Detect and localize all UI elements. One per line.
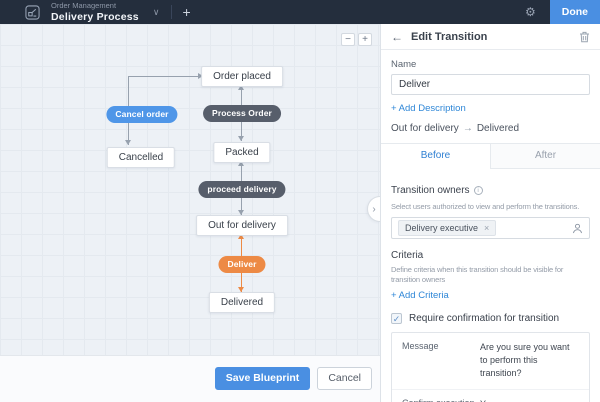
state-delivered[interactable]: Delivered — [209, 292, 275, 313]
delete-transition-trash-icon[interactable] — [579, 31, 590, 43]
path-to-state: Delivered — [477, 123, 519, 134]
before-after-tabs: Before After — [381, 143, 600, 169]
transition-cancel-order[interactable]: Cancel order — [106, 106, 177, 123]
add-description-link[interactable]: + Add Description — [391, 103, 466, 114]
require-confirmation-row: ✓ Require confirmation for transition — [391, 313, 590, 324]
transition-name-input[interactable] — [391, 74, 590, 95]
module-label: Order Management — [51, 2, 139, 10]
transition-owners-section: Transition owners i Select users authoriz… — [391, 180, 590, 239]
top-bar: Order Management Delivery Process ∨ + ⚙ … — [0, 0, 600, 24]
row-label: Confirm execution — [402, 398, 480, 402]
path-arrow-icon: → — [463, 123, 473, 134]
owner-tag: Delivery executive × — [398, 220, 496, 236]
require-confirmation-checkbox[interactable]: ✓ — [391, 313, 402, 324]
path-from-state: Out for delivery — [391, 123, 459, 134]
arrowhead — [125, 140, 131, 145]
require-confirmation-label: Require confirmation for transition — [409, 313, 559, 324]
confirmation-settings-table: Message Are you sure you want to perform… — [391, 332, 590, 402]
panel-title: Edit Transition — [411, 31, 487, 43]
state-cancelled[interactable]: Cancelled — [107, 147, 175, 168]
state-packed[interactable]: Packed — [213, 142, 270, 163]
edit-transition-panel: ← Edit Transition Name + Add Description… — [380, 24, 600, 402]
cancel-button[interactable]: Cancel — [317, 367, 372, 390]
blueprint-switcher-chevron-icon[interactable]: ∨ — [153, 7, 160, 18]
user-picker-icon[interactable] — [572, 223, 583, 234]
blueprint-title-block: Order Management Delivery Process — [51, 2, 139, 22]
blueprint-editor: Order Management Delivery Process ∨ + ⚙ … — [0, 0, 600, 402]
tab-before[interactable]: Before — [381, 144, 491, 169]
transition-deliver-selected[interactable]: Deliver — [218, 256, 265, 273]
blueprint-canvas[interactable]: − + Order placed — [0, 24, 380, 402]
table-row: Message Are you sure you want to perform… — [392, 333, 589, 388]
criteria-section: Criteria Define criteria when this trans… — [391, 250, 590, 303]
owner-tag-remove-icon[interactable]: × — [484, 224, 489, 233]
table-row: Confirm execution Yes — [392, 389, 589, 402]
transition-proceed-delivery[interactable]: proceed delivery — [198, 181, 285, 198]
panel-header: ← Edit Transition — [381, 24, 600, 50]
connector-line — [128, 76, 198, 77]
row-value: Are you sure you want to perform this tr… — [480, 341, 579, 380]
criteria-subtitle: Define criteria when this transition sho… — [391, 265, 590, 285]
add-criteria-link[interactable]: + Add Criteria — [391, 290, 449, 301]
back-arrow-icon[interactable]: ← — [391, 31, 403, 43]
row-label: Message — [402, 341, 480, 380]
add-blueprint-button[interactable]: + — [182, 4, 190, 20]
transition-process-order[interactable]: Process Order — [203, 105, 281, 122]
settings-gear-icon[interactable]: ⚙ — [525, 5, 536, 19]
transition-owners-field[interactable]: Delivery executive × — [391, 217, 590, 239]
canvas-footer: Save Blueprint Cancel — [0, 355, 380, 402]
flowchart: Order placed Cancelled Packed Out for de… — [0, 24, 380, 402]
save-blueprint-button[interactable]: Save Blueprint — [215, 367, 311, 390]
criteria-title: Criteria — [391, 250, 590, 261]
transition-owners-subtitle: Select users authorized to view and perf… — [391, 202, 590, 212]
arrowhead — [238, 136, 244, 141]
done-button[interactable]: Done — [550, 0, 600, 24]
info-icon[interactable]: i — [474, 186, 483, 195]
tab-after[interactable]: After — [491, 144, 600, 169]
row-value: Yes — [480, 398, 579, 402]
transition-owners-title: Transition owners — [391, 185, 470, 196]
blueprint-logo-icon — [25, 5, 40, 20]
name-label: Name — [391, 59, 590, 70]
state-order-placed[interactable]: Order placed — [201, 66, 283, 87]
topbar-divider — [171, 5, 172, 19]
transition-path: Out for delivery → Delivered — [391, 123, 590, 134]
state-out-for-delivery[interactable]: Out for delivery — [196, 215, 288, 236]
blueprint-name: Delivery Process — [51, 12, 139, 23]
owner-tag-label: Delivery executive — [405, 223, 478, 233]
